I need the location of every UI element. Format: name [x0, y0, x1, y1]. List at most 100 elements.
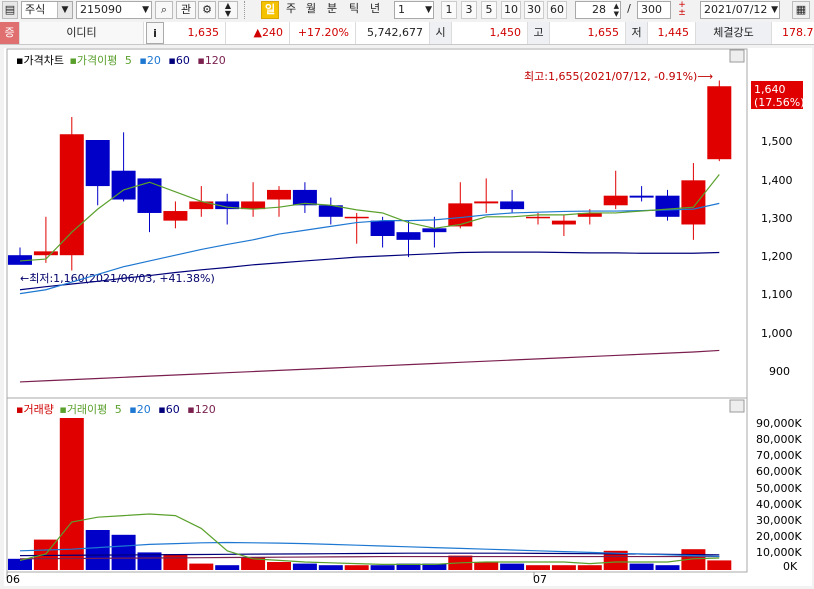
- price-legend-title: 가격차트: [23, 54, 63, 67]
- interval-3-button[interactable]: 3: [461, 1, 477, 19]
- stock-code-value: 215090: [80, 3, 122, 16]
- volume-bar: [474, 562, 499, 570]
- candlestick-chart[interactable]: ▪가격차트 ▪가격이평 5 ▪20 ▪60 ▪120 ▪거래량 ▪거래이평 5 …: [4, 48, 812, 586]
- candle-down: [85, 140, 110, 187]
- count-input[interactable]: 28 ▲ ▼: [575, 1, 621, 19]
- volume-bar: [655, 565, 680, 570]
- open-label: 시: [430, 22, 452, 44]
- open-price: 1,450: [452, 22, 528, 44]
- volume-bar: [500, 563, 525, 570]
- separator: [244, 1, 250, 19]
- search-icon: ⌕: [160, 3, 168, 16]
- search-button[interactable]: ⌕: [155, 1, 173, 19]
- volume-bar: [85, 530, 110, 570]
- date-value: 2021/07/12: [704, 3, 768, 16]
- candle-up: [344, 216, 369, 219]
- high-annotation: 최고:1,655(2021/07/12, -0.91%)⟶: [524, 70, 713, 83]
- window-menu-icon[interactable]: ▤: [2, 1, 18, 19]
- unit-select-value: 1: [398, 3, 405, 16]
- candle-up: [33, 251, 58, 256]
- trade-volume: 5,742,677: [356, 22, 430, 44]
- high-price: 1,655: [550, 22, 626, 44]
- count-spinner[interactable]: ▲ ▼: [614, 2, 619, 18]
- volume-tick: 40,000K: [756, 498, 802, 511]
- interval-30-button[interactable]: 30: [524, 1, 544, 19]
- candle-down: [137, 178, 162, 213]
- market-select[interactable]: 주식 ▼: [21, 1, 73, 19]
- candle-up: [267, 189, 291, 200]
- settings-button[interactable]: ⚙: [198, 1, 216, 19]
- volume-bar: [318, 565, 343, 570]
- price-y-axis: 1,500 1,400 1,300 1,200 1,100 1,000 900: [761, 135, 793, 378]
- stock-name[interactable]: 이디티: [20, 22, 144, 44]
- price-panel-maximize-icon[interactable]: [729, 49, 745, 63]
- interval-10-button[interactable]: 10: [501, 1, 521, 19]
- chevron-down-icon[interactable]: ▼: [425, 2, 432, 18]
- volume-panel-maximize-icon[interactable]: [729, 399, 745, 413]
- interval-1-button[interactable]: 1: [441, 1, 457, 19]
- candle-up: [526, 216, 550, 219]
- tab-month[interactable]: 월: [302, 1, 320, 19]
- candle-up: [448, 203, 473, 227]
- tab-day[interactable]: 일: [261, 1, 279, 19]
- candle-down: [396, 232, 421, 240]
- calendar-icon[interactable]: ▦: [792, 1, 810, 19]
- candle-down: [111, 170, 136, 200]
- chevron-down-icon[interactable]: ▼: [771, 2, 778, 18]
- volume-tick: 20,000K: [756, 530, 802, 543]
- volume-tick: 60,000K: [756, 465, 802, 478]
- tab-year[interactable]: 년: [366, 1, 384, 19]
- unit-select[interactable]: 1 ▼: [394, 1, 434, 19]
- volume-bar: [292, 563, 317, 570]
- tab-week[interactable]: 주: [282, 1, 300, 19]
- strength-label: 체결강도: [696, 22, 772, 44]
- count-value: 28: [592, 3, 606, 16]
- count-separator: /: [627, 2, 631, 15]
- high-label: 고: [528, 22, 550, 44]
- price-tick: 1,500: [761, 135, 793, 148]
- volume-bar: [707, 560, 732, 570]
- chevron-down-icon[interactable]: ▼: [57, 2, 72, 18]
- candle-up: [681, 180, 706, 225]
- price-tick: 1,100: [761, 288, 793, 301]
- market-select-value: 주식: [25, 3, 46, 16]
- volume-tick: 90,000K: [756, 417, 802, 430]
- volume-bar: [111, 534, 136, 570]
- zoom-icon[interactable]: + ±: [673, 1, 691, 19]
- volume-bar: [215, 565, 240, 570]
- volume-bar: [526, 565, 550, 570]
- x-label-june: 06: [6, 573, 20, 586]
- volume-y-axis: 90,000K 80,000K 70,000K 60,000K 50,000K …: [756, 417, 802, 573]
- chart-area: ▪가격차트 ▪가격이평 5 ▪20 ▪60 ▪120 ▪거래량 ▪거래이평 5 …: [4, 48, 812, 586]
- current-price-tag-value: 1,640: [754, 83, 786, 96]
- price-change: ▲240: [226, 22, 290, 44]
- candle-up: [189, 201, 214, 210]
- related-button[interactable]: 관: [176, 1, 196, 19]
- x-label-july: 07: [533, 573, 547, 586]
- spinner-button[interactable]: ▲ ▼: [218, 1, 238, 19]
- candle-down: [655, 195, 680, 217]
- interval-5-button[interactable]: 5: [481, 1, 497, 19]
- volume-tick: 10,000K: [756, 546, 802, 559]
- price-tick: 1,400: [761, 174, 793, 187]
- volume-ma-title: 거래이평: [67, 403, 107, 416]
- x-axis: 06 07: [6, 572, 547, 586]
- volume-bar: [551, 565, 576, 570]
- tab-minute[interactable]: 분: [323, 1, 341, 19]
- stock-code-input[interactable]: 215090 ▼: [76, 1, 152, 19]
- date-input[interactable]: 2021/07/12 ▼: [700, 1, 780, 19]
- candle-up: [474, 201, 499, 204]
- candle-down: [500, 201, 525, 210]
- candle-up: [603, 195, 628, 206]
- max-count-input[interactable]: 300: [637, 1, 671, 19]
- chevron-down-icon[interactable]: ▼: [142, 2, 149, 18]
- toolbar: ▤ 주식 ▼ 215090 ▼ ⌕ 관 ⚙ ▲ ▼ 일 주 월 분 틱 년 1 ▼…: [0, 0, 814, 23]
- candle-down: [370, 220, 395, 236]
- tab-tick[interactable]: 틱: [345, 1, 363, 19]
- info-button[interactable]: i: [146, 22, 164, 44]
- interval-60-button[interactable]: 60: [547, 1, 567, 19]
- volume-bar: [629, 563, 654, 570]
- volume-bar: [370, 565, 395, 570]
- volume-bar: [8, 558, 32, 570]
- candle-down: [629, 195, 654, 198]
